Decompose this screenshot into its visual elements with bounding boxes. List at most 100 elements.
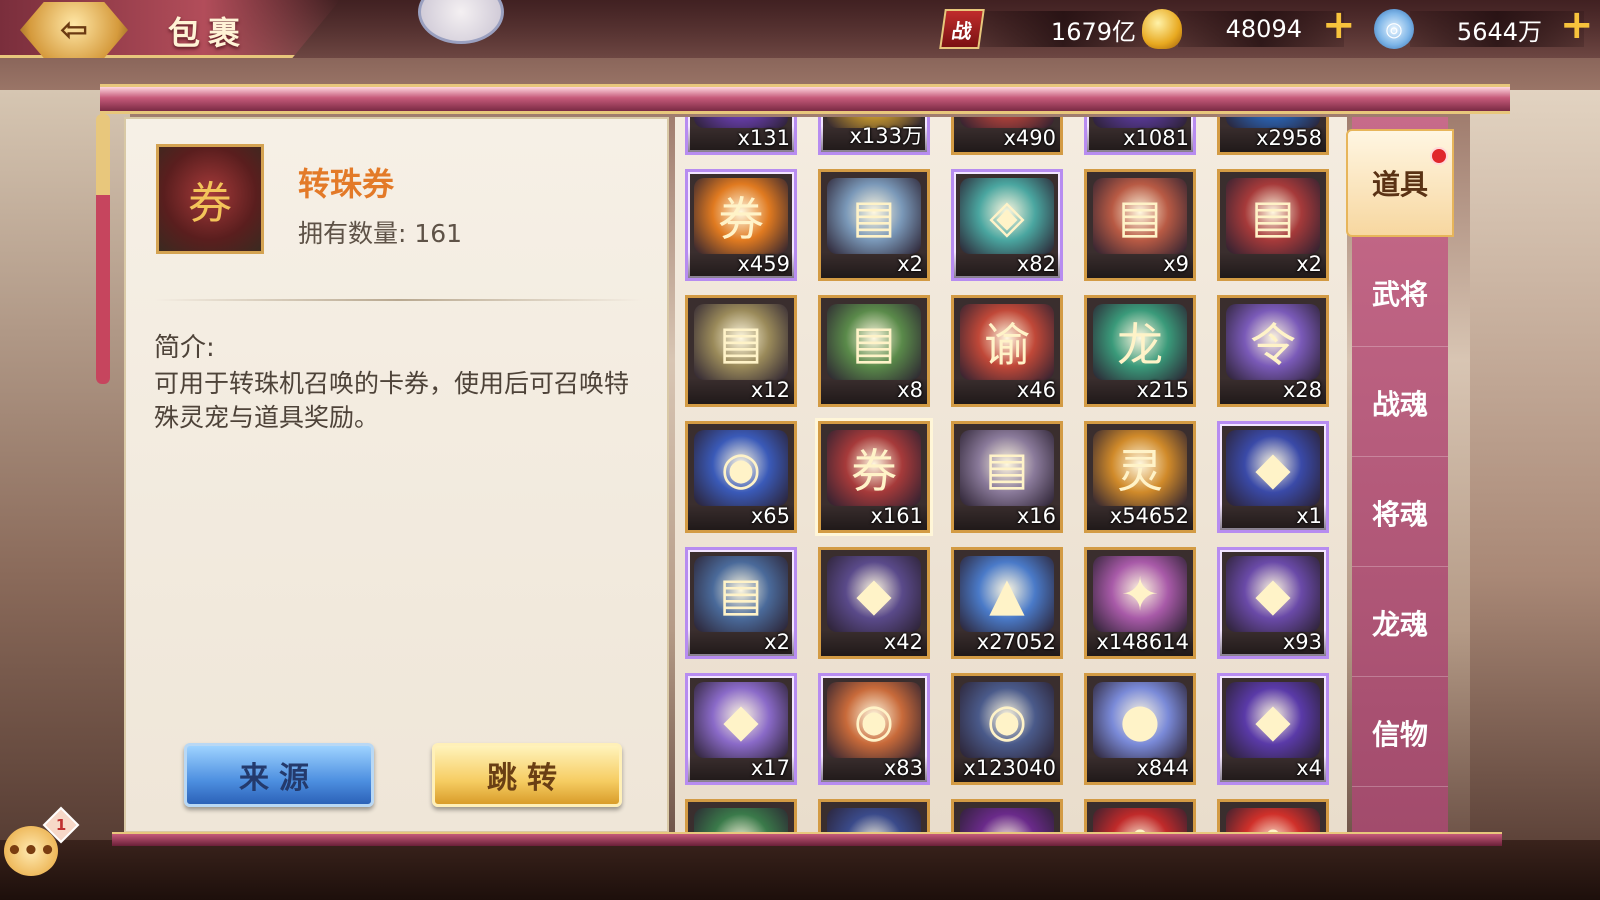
inventory-item[interactable]: ● — [818, 799, 930, 833]
inventory-item[interactable]: ◉ x65 — [685, 421, 797, 533]
item-quantity: x82 — [1016, 252, 1056, 276]
item-quantity: x9 — [1163, 252, 1189, 276]
inventory-item[interactable]: ●x490 — [951, 117, 1063, 155]
item-quantity: x42 — [883, 630, 923, 654]
tab-label: 将魂 — [1371, 497, 1428, 531]
inventory-item[interactable]: 令 x28 — [1217, 295, 1329, 407]
divider — [154, 299, 642, 301]
command-token-icon: 令 — [1226, 304, 1320, 380]
add-gold-button[interactable]: + — [1322, 5, 1356, 45]
item-quantity: x161 — [870, 504, 923, 528]
inventory-item[interactable]: ◉ x83 — [818, 673, 930, 785]
scroll-icon: ▤ — [694, 304, 788, 380]
item-quantity: x16 — [1016, 504, 1056, 528]
item-quantity: x28 — [1282, 378, 1322, 402]
item-quantity: x54652 — [1109, 504, 1189, 528]
inventory-item[interactable]: ●x133万 — [818, 117, 930, 155]
resource-value: 1679亿 — [978, 11, 1148, 47]
inventory-item[interactable]: ◈ x82 — [951, 169, 1063, 281]
inventory-item[interactable]: ◆x1081 — [1084, 117, 1196, 155]
item-quantity: x131 — [737, 126, 790, 150]
item-detail-panel: 券 转珠券 拥有数量: 161 简介: 可用于转珠机召唤的卡券，使用后可召唤特殊… — [124, 117, 669, 833]
tab-0[interactable]: 道具 — [1346, 129, 1454, 237]
resource-value: 48094 — [1178, 11, 1344, 47]
item-quantity: x65 — [750, 504, 790, 528]
rainbow-pearl-icon: ● — [1093, 682, 1187, 758]
inventory-item[interactable]: ▤ x16 — [951, 421, 1063, 533]
panel-top-rail — [100, 84, 1510, 114]
inventory-item[interactable]: ✦ x148614 — [1084, 547, 1196, 659]
inventory-item[interactable]: 龙 x215 — [1084, 295, 1196, 407]
inventory-item[interactable]: 灵 x54652 — [1084, 421, 1196, 533]
inventory-item[interactable]: ● x844 — [1084, 673, 1196, 785]
tab-1[interactable]: 武将 — [1352, 239, 1448, 347]
dancer-orb-icon: ◉ — [960, 682, 1054, 758]
inventory-item[interactable]: ▤ x12 — [685, 295, 797, 407]
item-owned-count: 拥有数量: 161 — [298, 219, 463, 248]
item-quantity: x12 — [750, 378, 790, 402]
item-quantity: x4 — [1296, 756, 1322, 780]
inventory-item[interactable]: ▤ x9 — [1084, 169, 1196, 281]
inventory-item[interactable]: ◆x2958 — [1217, 117, 1329, 155]
red-flower-icon: ✿ — [1093, 808, 1187, 833]
inventory-item[interactable]: ▤ x2 — [685, 547, 797, 659]
inventory-item[interactable]: ● — [951, 799, 1063, 833]
resource-battle-power: 战 1679亿 — [939, 8, 1152, 50]
inventory-item[interactable]: ◆ x17 — [685, 673, 797, 785]
inventory-item[interactable]: 券 x161 — [815, 418, 933, 536]
inventory-item[interactable]: ▤ x2 — [1217, 169, 1329, 281]
inventory-item[interactable]: ✿ — [1084, 799, 1196, 833]
gold-scroll-icon: 券 — [694, 178, 788, 254]
chat-bubble-icon: ••• — [6, 836, 56, 866]
item-quantity: x459 — [737, 252, 790, 276]
prism-gem-icon: ◆ — [694, 682, 788, 758]
inventory-item[interactable]: ◉ x123040 — [951, 673, 1063, 785]
inventory-grid-scroll[interactable]: ◆x131●x133万●x490◆x1081◆x2958券x459▤x2◈x82… — [675, 117, 1347, 833]
inventory-item[interactable]: ▲ x27052 — [951, 547, 1063, 659]
source-button[interactable]: 来源 — [184, 743, 374, 807]
chat-button[interactable]: ••• — [4, 826, 58, 876]
red-scroll-icon: ▤ — [1226, 178, 1320, 254]
inventory-item[interactable]: 券 x459 — [685, 169, 797, 281]
item-quantity: x27052 — [976, 630, 1056, 654]
item-quantity: x2958 — [1256, 126, 1322, 150]
scroll-icon: ▤ — [960, 430, 1054, 506]
tab-4[interactable]: 龙魂 — [1352, 569, 1448, 677]
item-quantity: x123040 — [963, 756, 1056, 780]
inventory-item[interactable]: ◆ x42 — [818, 547, 930, 659]
tab-label: 道具 — [1371, 168, 1428, 201]
jump-button[interactable]: 跳转 — [432, 743, 622, 807]
inventory-item[interactable]: 谕 x46 — [951, 295, 1063, 407]
inventory-item[interactable]: ● — [685, 799, 797, 833]
item-quantity: x2 — [764, 630, 790, 654]
tab-label: 龙魂 — [1371, 607, 1428, 641]
imperial-edict-icon: 谕 — [960, 304, 1054, 380]
bead-ticket-icon: 券 — [156, 144, 264, 254]
dark-crystal-icon: ◆ — [827, 556, 921, 632]
background-floor — [0, 840, 1600, 900]
tab-3[interactable]: 将魂 — [1352, 459, 1448, 567]
inventory-item[interactable]: ▤ x8 — [818, 295, 930, 407]
item-quantity: x1081 — [1123, 126, 1189, 150]
spirit-stone-icon: 灵 — [1093, 430, 1187, 506]
soul-crystal-icon: ◆ — [1226, 430, 1320, 506]
item-quantity: x17 — [750, 756, 790, 780]
notification-dot — [1430, 147, 1448, 165]
category-tabs: 道具武将战魂将魂龙魂信物 — [1346, 117, 1454, 833]
inventory-item[interactable]: ◆ x1 — [1217, 421, 1329, 533]
tab-label: 武将 — [1371, 277, 1428, 311]
inventory-item[interactable]: ▤ x2 — [818, 169, 930, 281]
inventory-item[interactable]: ◆x131 — [685, 117, 797, 155]
add-jade-button[interactable]: + — [1560, 5, 1594, 45]
tab-5[interactable]: 信物 — [1352, 679, 1448, 787]
green-orb-icon: ● — [694, 808, 788, 833]
background-right — [1470, 90, 1600, 900]
inventory-item[interactable]: ◆ x4 — [1217, 673, 1329, 785]
inventory-item[interactable]: ✿ — [1217, 799, 1329, 833]
spirit-crystal-icon: ◆ — [1226, 682, 1320, 758]
resource-value: 5644万 — [1410, 11, 1584, 47]
jade-pendant-icon: ◈ — [960, 178, 1054, 254]
inventory-item[interactable]: ◆ x93 — [1217, 547, 1329, 659]
tab-2[interactable]: 战魂 — [1352, 349, 1448, 457]
red-flower-icon: ✿ — [1226, 808, 1320, 833]
